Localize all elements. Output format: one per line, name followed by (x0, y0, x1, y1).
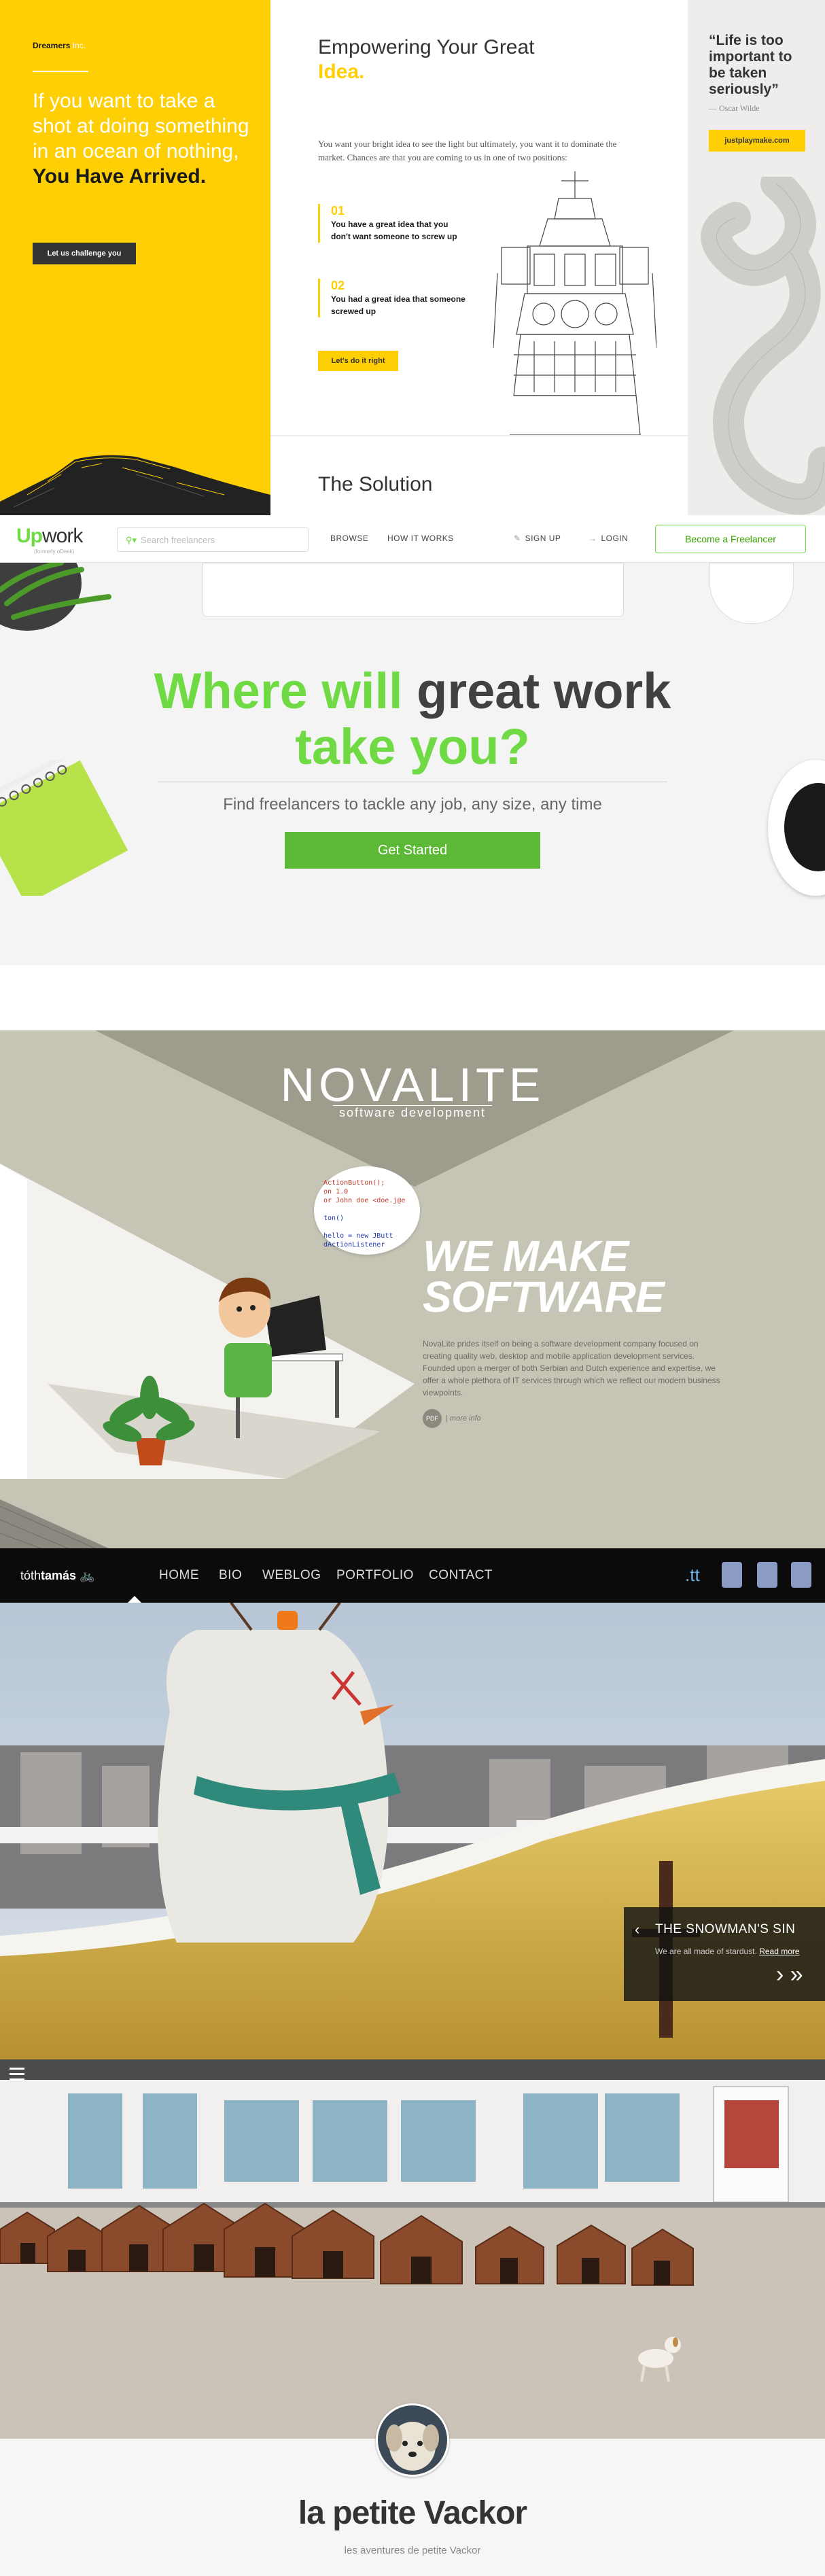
novalite-tagline: software development (333, 1105, 492, 1120)
social-icon[interactable] (757, 1562, 777, 1588)
hero-bold: You Have Arrived. (33, 165, 207, 188)
menu-icon[interactable] (10, 2068, 24, 2081)
next-slide-button[interactable]: › » (776, 1962, 803, 1988)
challenge-button[interactable]: Let us challenge you (33, 243, 136, 264)
pencil-icon: ✎ (514, 534, 521, 543)
become-freelancer-button[interactable]: Become a Freelancer (655, 525, 806, 553)
prev-slide-button[interactable]: ‹ (635, 1921, 639, 1938)
tothtamas-section: tóthtamás 🚲 HOME BIO WEBLOG PORTFOLIO CO… (0, 1548, 825, 2059)
novalite-description: NovaLite prides itself on being a softwa… (423, 1339, 720, 1397)
lighthouse-illustration (493, 171, 656, 435)
get-started-button[interactable]: Get Started (285, 832, 540, 869)
tt-logo[interactable]: .tt (685, 1565, 700, 1586)
slide-text: We are all made of stardust. Read more (655, 1947, 800, 1956)
mouse-illustration (709, 563, 794, 624)
top-navbar: Upwork (formerly oDesk) ⚲▾ Search freelan… (0, 515, 825, 563)
plant-illustration (0, 563, 111, 631)
pdf-icon[interactable]: PDF (423, 1409, 442, 1428)
logo-tagline: (formerly oDesk) (34, 549, 75, 555)
bicycle-icon: 🚲 (80, 1569, 95, 1582)
quote-text: “Life is too important to be taken serio… (709, 33, 792, 97)
point-item: 02 You had a great idea that someone scr… (318, 279, 468, 317)
nav-contact[interactable]: CONTACT (429, 1568, 493, 1583)
spacer (0, 965, 825, 1030)
justplaymake-button[interactable]: justplaymake.com (709, 130, 805, 152)
avatar[interactable] (376, 2403, 449, 2477)
do-it-right-button[interactable]: Let's do it right (318, 351, 398, 371)
signup-link[interactable]: ✎ SIGN UP (514, 534, 561, 543)
slide-title: THE SNOWMAN'S SIN (655, 1922, 796, 1936)
nav-weblog[interactable]: WEBLOG (262, 1568, 321, 1583)
upwork-logo[interactable]: Upwork (16, 525, 83, 548)
pdf-more-info[interactable]: PDF | more info (423, 1409, 481, 1428)
novalite-logo[interactable]: NOVALITE (0, 1058, 825, 1112)
nav-bio[interactable]: BIO (219, 1568, 242, 1583)
social-icon[interactable] (791, 1562, 811, 1588)
dreamers-logo[interactable]: Dreamers Inc. (33, 41, 86, 50)
novalite-section: NOVALITE software development ActionButt… (0, 1030, 825, 1548)
blog-subtitle: les aventures de petite Vackor (344, 2545, 481, 2556)
divider (33, 71, 88, 72)
active-indicator (128, 1596, 141, 1603)
intro-text: You want your bright idea to see the lig… (318, 139, 617, 162)
notepad-illustration (0, 760, 128, 896)
search-input[interactable]: ⚲▾ Search freelancers (117, 527, 309, 552)
hero-subhead: Find freelancers to tackle any job, any … (223, 795, 602, 814)
search-icon: ⚲▾ (126, 535, 137, 545)
quote-author: — Oscar Wilde (709, 103, 760, 113)
slide-caption: ‹ THE SNOWMAN'S SIN We are all made of s… (624, 1907, 825, 2001)
point-item: 01 You have a great idea that you don't … (318, 204, 468, 243)
blog-title[interactable]: la petite Vackor (0, 2494, 825, 2532)
dog-avatar-icon (378, 2405, 447, 2475)
vackor-section: la petite Vackor les aventures de petite… (0, 2059, 825, 2576)
login-link[interactable]: → LOGIN (589, 534, 628, 543)
top-navbar: tóthtamás 🚲 HOME BIO WEBLOG PORTFOLIO CO… (0, 1548, 825, 1603)
hero-headline: Where will great work take you? (154, 663, 671, 775)
we-make-software-heading: WE MAKE SOFTWARE (423, 1232, 665, 1321)
solution-heading: The Solution (318, 473, 433, 495)
coffee-mug-illustration (768, 760, 825, 896)
code-bubble: ActionButton(); on 1.0 or John doe <doe.… (314, 1166, 420, 1255)
nav-browse[interactable]: BROWSE (330, 534, 368, 543)
upwork-section: Upwork (formerly oDesk) ⚲▾ Search freelan… (0, 515, 825, 965)
content-card: Empowering Your Great Idea. You want your… (270, 0, 688, 435)
login-icon: → (589, 534, 597, 543)
nav-home[interactable]: HOME (159, 1568, 199, 1583)
keyboard-illustration (203, 563, 624, 617)
section-heading: Empowering Your Great Idea. (318, 36, 535, 83)
hero-text: If you want to take a shot at doing some… (33, 88, 257, 189)
social-icon[interactable] (722, 1562, 742, 1588)
read-more-link[interactable]: Read more (759, 1947, 799, 1956)
solution-card: The Solution (270, 435, 688, 515)
dreamers-section: Dreamers Inc. If you want to take a shot… (0, 0, 825, 515)
nav-how-it-works[interactable]: HOW IT WORKS (387, 534, 454, 543)
mountain-illustration (0, 455, 270, 515)
snake-illustration (701, 177, 825, 515)
dog-houses-photo (0, 2059, 825, 2440)
nav-portfolio[interactable]: PORTFOLIO (336, 1568, 414, 1583)
tothtamas-logo[interactable]: tóthtamás 🚲 (20, 1569, 95, 1583)
